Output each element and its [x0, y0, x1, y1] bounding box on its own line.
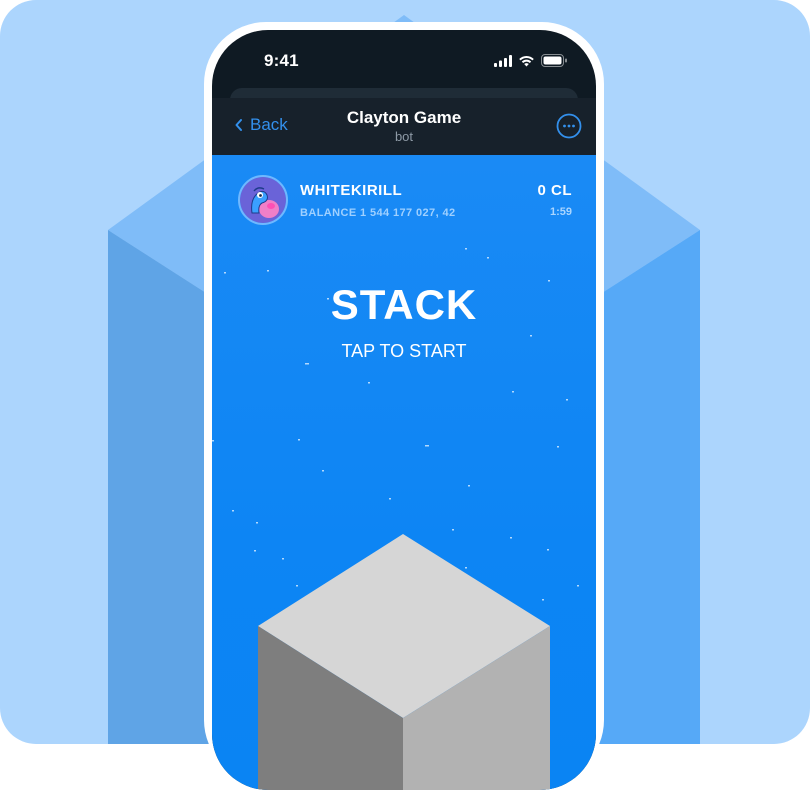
more-button[interactable] [556, 113, 582, 144]
cellular-signal-icon [494, 54, 512, 67]
more-circle-icon [556, 113, 582, 139]
telegram-header: Back Clayton Game bot [212, 98, 596, 155]
phone-frame: 9:41 Back Clayton Game bot WHITEKIRILL B… [204, 22, 604, 790]
chat-title: Clayton Game [346, 108, 462, 127]
status-bar: 9:41 [212, 30, 596, 94]
battery-icon [541, 54, 567, 67]
stack-block [258, 534, 550, 790]
status-icons [494, 54, 568, 67]
status-time: 9:41 [264, 51, 299, 70]
game-area[interactable]: WHITEKIRILL BALANCE 1 544 177 027, 42 0 … [212, 155, 596, 790]
phone-screen: 9:41 Back Clayton Game bot WHITEKIRILL B… [212, 30, 596, 790]
chat-subtitle: bot [394, 129, 414, 144]
wifi-icon [519, 55, 534, 66]
